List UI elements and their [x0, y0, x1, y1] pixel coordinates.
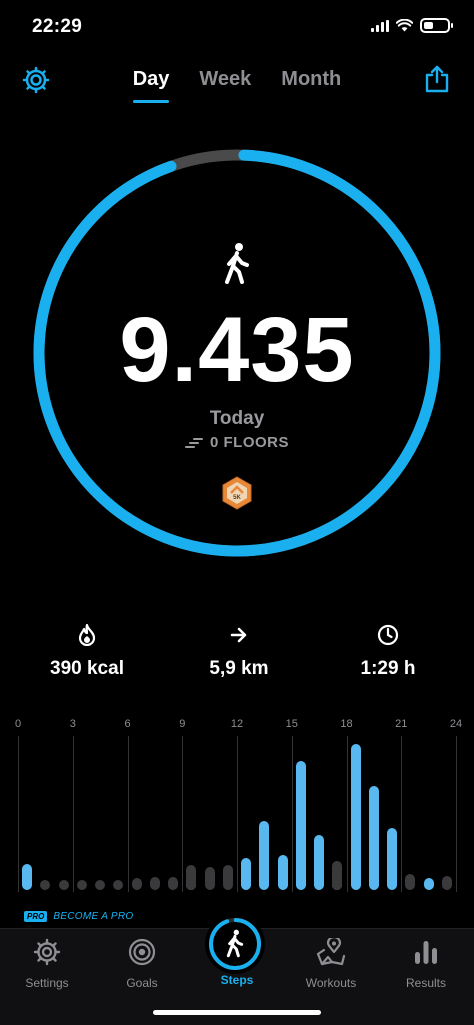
target-icon [128, 938, 156, 966]
chart-gridline [127, 736, 129, 892]
tab-month[interactable]: Month [266, 64, 356, 95]
inactive-steps-bar [222, 865, 233, 890]
active-steps-bar [314, 834, 325, 890]
tab-day[interactable]: Day [118, 64, 185, 103]
stat-distance: 5,9 km [159, 622, 319, 680]
period-tabs: Day Week Month [0, 64, 474, 103]
active-steps-bar [22, 864, 33, 890]
pro-badge: PRO [24, 911, 48, 922]
tab-bar-workouts[interactable]: Workouts [286, 935, 376, 990]
tab-bar-goals-label: Goals [126, 976, 158, 990]
inactive-steps-bar [332, 860, 343, 890]
active-steps-bar [259, 821, 270, 890]
pro-text: BECOME A PRO [53, 911, 134, 922]
floors-label: 0 FLOORS [209, 434, 289, 451]
hour-tick-label: 18 [340, 718, 353, 730]
walking-icon [226, 929, 244, 958]
floors-row: 0 FLOORS [0, 434, 474, 451]
hour-tick-label: 0 [14, 718, 22, 730]
inactive-steps-bar [186, 864, 197, 890]
chart-gridline [291, 736, 293, 892]
stat-calories: 390 kcal [7, 622, 167, 680]
steps-fab[interactable] [205, 914, 265, 974]
active-steps-bar [295, 760, 306, 890]
chart-gridline [237, 736, 238, 892]
walking-icon [222, 242, 252, 289]
wifi-icon [396, 19, 413, 32]
bar-chart-icon [415, 941, 437, 964]
inactive-steps-bar [131, 878, 142, 890]
tab-bar-steps[interactable]: Steps [192, 968, 282, 987]
become-pro-link[interactable]: PRO BECOME A PRO [24, 911, 133, 922]
share-icon[interactable] [424, 64, 450, 99]
stat-duration: 1:29 h [308, 622, 468, 680]
duration-value: 1:29 h [360, 658, 416, 679]
hour-tick-label: 24 [449, 718, 463, 730]
badge-label: 5K [233, 495, 241, 501]
inactive-steps-bar [58, 880, 69, 890]
clock-icon [377, 624, 399, 646]
tab-bar-results-label: Results [405, 976, 446, 990]
hour-tick-label: 21 [395, 718, 408, 730]
inactive-steps-bar [40, 880, 51, 890]
achievement-badge[interactable]: 5K [220, 476, 254, 510]
signal-icon [371, 19, 389, 32]
tab-bar-results[interactable]: Results [381, 938, 471, 990]
inactive-steps-bar [76, 880, 87, 890]
chart-gridline [18, 736, 19, 892]
hour-tick-label: 9 [179, 718, 186, 730]
chart-gridline [401, 736, 403, 892]
tab-bar-settings-label: Settings [25, 976, 69, 990]
distance-value: 5,9 km [209, 658, 269, 679]
chart-gridline [456, 736, 457, 892]
stairs-icon [184, 437, 203, 448]
tab-bar-workouts-label: Workouts [305, 976, 357, 990]
active-steps-bar [423, 877, 434, 890]
tab-bar-goals[interactable]: Goals [97, 938, 187, 990]
active-steps-bar [350, 743, 361, 890]
inactive-steps-bar [113, 880, 124, 890]
arrow-right-icon [230, 627, 247, 643]
flame-icon [78, 624, 96, 646]
inactive-steps-bar [441, 876, 452, 890]
tab-bar-settings[interactable]: Settings [2, 938, 92, 990]
hour-tick-label: 12 [230, 718, 244, 730]
inactive-steps-bar [204, 866, 215, 890]
home-indicator [153, 1010, 321, 1015]
tab-bar-steps-label: Steps [220, 973, 254, 987]
calories-value: 390 kcal [50, 658, 124, 679]
status-icons [371, 18, 453, 33]
map-pin-icon [316, 935, 346, 966]
inactive-steps-bar [149, 877, 160, 890]
inactive-steps-bar [168, 877, 179, 890]
chart-gridline [182, 736, 184, 892]
hour-tick-label: 3 [69, 718, 76, 730]
status-time: 22:29 [32, 16, 83, 37]
chart-gridline [346, 736, 348, 892]
active-steps-bar [387, 827, 398, 890]
step-count: 9.435 [119, 299, 355, 401]
inactive-steps-bar [405, 873, 416, 890]
inactive-steps-bar [95, 880, 106, 890]
active-steps-bar [277, 855, 288, 890]
battery-icon [420, 18, 453, 33]
active-steps-bar [241, 858, 252, 890]
hour-tick-label: 6 [124, 718, 131, 730]
gear-icon [33, 938, 61, 966]
tab-week[interactable]: Week [184, 64, 266, 95]
hour-tick-label: 15 [285, 718, 298, 730]
chart-gridline [72, 736, 74, 892]
active-steps-bar [368, 785, 379, 890]
period-label: Today [209, 408, 265, 429]
